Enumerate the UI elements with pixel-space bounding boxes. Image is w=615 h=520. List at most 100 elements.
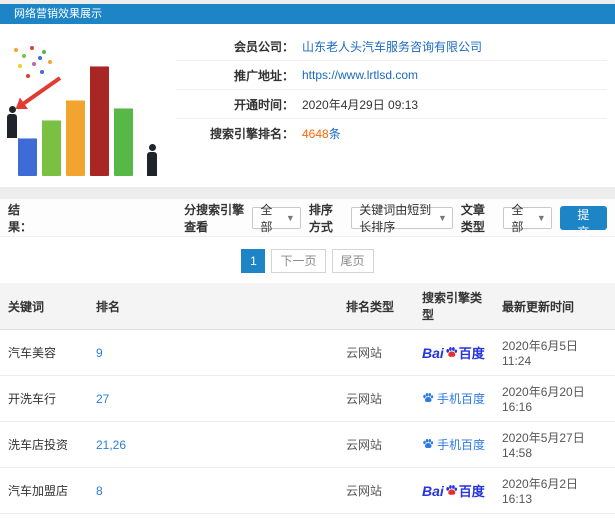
page-next[interactable]: 下一页 <box>271 249 326 273</box>
results-section: 结果： 分搜索引擎查看 全部 ▼ 排序方式 关键词由短到长排序 ▼ 文章类型 全… <box>0 199 615 520</box>
table-header-row: 关键词 排名 排名类型 搜索引擎类型 最新更新时间 <box>0 283 615 330</box>
type-filter-select[interactable]: 全部 ▼ <box>503 203 552 234</box>
baidu-paw-icon <box>423 439 434 449</box>
table-row: 汽车美容 9 云网站 Bai 百度 2020年6月5日 11:24 <box>0 329 615 376</box>
chevron-down-icon: ▼ <box>536 212 546 223</box>
rank-type-cell: 云网站 <box>338 467 414 514</box>
rank-type-cell: 云网站 <box>338 513 414 520</box>
summary-panel: 会员公司： 山东老人头汽车服务咨询有限公司 推广地址： https://www.… <box>0 24 615 187</box>
filter-controls: 分搜索引擎查看 全部 ▼ 排序方式 关键词由短到长排序 ▼ 文章类型 全部 ▼ … <box>184 201 607 239</box>
chevron-down-icon: ▼ <box>285 212 295 223</box>
updated-time-cell: 2020年5月27日 14:58 <box>494 421 615 468</box>
keyword-cell: 开洗车行 <box>0 375 88 422</box>
sort-filter-value: 关键词由短到长排序 <box>359 202 432 234</box>
person-figure <box>6 106 18 138</box>
growth-arrow-icon <box>16 76 62 110</box>
ranking-count-number: 4648 <box>302 127 329 141</box>
results-label: 结果： <box>8 202 33 234</box>
info-label: 会员公司： <box>233 39 294 54</box>
results-table: 关键词 排名 排名类型 搜索引擎类型 最新更新时间 汽车美容 9 云网站 Bai… <box>0 283 615 520</box>
search-engine-cell: Bai 百度 <box>414 467 494 514</box>
rank-cell: 9 <box>88 329 338 376</box>
page: { "header": { "title": "网络营销效果展示" }, "in… <box>0 0 615 520</box>
chart-bar <box>42 120 61 176</box>
ranking-count-value: 4648条 <box>302 125 341 142</box>
info-row: 开通时间： 2020年4月29日 09:13 <box>176 90 607 119</box>
dots-decoration <box>14 48 18 52</box>
chart-bar <box>90 66 109 176</box>
baidu-logo: Bai 百度 <box>422 344 485 362</box>
mobile-baidu-logo: 手机百度 <box>422 436 485 453</box>
rank-cell: 25,28,28 <box>88 513 338 520</box>
rank-cell: 21,26 <box>88 421 338 468</box>
type-filter-value: 全部 <box>511 202 524 234</box>
rank-type-cell: 云网站 <box>338 375 414 422</box>
page-title: 网络营销效果展示 <box>14 8 102 20</box>
member-company-link[interactable]: 山东老人头汽车服务咨询有限公司 <box>302 40 482 54</box>
person-figure <box>146 144 158 176</box>
pagination: 1 下一页 尾页 <box>0 237 615 283</box>
submit-button[interactable]: 提交 <box>559 205 607 239</box>
table-row: 开洗车行 27 云网站 手机百度 2020年6月20日 16:16 <box>0 375 615 422</box>
table-row: 加盟洗车店 25,28,28 云网站 手机百度 2020年6月20日 16:11 <box>0 513 615 520</box>
table-header-rank-type: 排名类型 <box>338 283 414 330</box>
rank-cell: 8 <box>88 467 338 514</box>
updated-time-cell: 2020年6月20日 16:11 <box>494 513 615 520</box>
type-filter-label: 文章类型 <box>460 202 485 234</box>
open-time-value: 2020年4月29日 09:13 <box>302 97 419 112</box>
table-header-rank: 排名 <box>88 283 338 330</box>
baidu-logo: Bai 百度 <box>422 482 485 500</box>
keyword-cell: 汽车加盟店 <box>0 467 88 514</box>
baidu-paw-icon <box>446 347 457 357</box>
rank-type-cell: 云网站 <box>338 421 414 468</box>
page-last[interactable]: 尾页 <box>331 249 374 273</box>
filter-bar: 结果： 分搜索引擎查看 全部 ▼ 排序方式 关键词由短到长排序 ▼ 文章类型 全… <box>0 199 615 239</box>
info-row: 搜索引擎排名： 4648条 <box>176 119 607 148</box>
rank-link[interactable]: 9 <box>96 346 103 360</box>
sort-filter-select[interactable]: 关键词由短到长排序 ▼ <box>351 203 453 234</box>
ranking-count-suffix: 条 <box>328 127 341 141</box>
rank-link[interactable]: 8 <box>96 484 103 498</box>
sort-filter-label: 排序方式 <box>308 202 333 234</box>
keyword-cell: 加盟洗车店 <box>0 513 88 520</box>
updated-time-cell: 2020年6月2日 16:13 <box>494 467 615 514</box>
search-engine-cell: 手机百度 <box>414 513 494 520</box>
table-header-keyword: 关键词 <box>0 283 88 330</box>
info-row: 会员公司： 山东老人头汽车服务咨询有限公司 <box>176 32 607 61</box>
table-row: 汽车加盟店 8 云网站 Bai 百度 2020年6月2日 16:13 <box>0 467 615 514</box>
updated-time-cell: 2020年6月5日 11:24 <box>494 329 615 376</box>
table-header-engine-type: 搜索引擎类型 <box>414 283 494 330</box>
info-label: 推广地址： <box>233 68 294 83</box>
info-row: 推广地址： https://www.lrtlsd.com <box>176 61 607 90</box>
promo-url-link[interactable]: https://www.lrtlsd.com <box>302 68 418 82</box>
info-label: 搜索引擎排名： <box>209 127 294 141</box>
table-header-updated: 最新更新时间 <box>494 283 615 330</box>
info-label: 开通时间： <box>233 97 294 112</box>
member-info-list: 会员公司： 山东老人头汽车服务咨询有限公司 推广地址： https://www.… <box>176 30 607 183</box>
app-header: 网络营销效果展示 <box>0 4 615 24</box>
updated-time-cell: 2020年6月20日 16:16 <box>494 375 615 422</box>
baidu-paw-icon <box>423 393 434 403</box>
rank-link[interactable]: 21,26 <box>96 438 126 452</box>
chart-bar <box>114 108 133 176</box>
search-engine-cell: Bai 百度 <box>414 329 494 376</box>
rank-cell: 27 <box>88 375 338 422</box>
mobile-baidu-logo: 手机百度 <box>422 390 485 407</box>
marketing-chart-illustration <box>4 30 172 180</box>
keyword-cell: 汽车美容 <box>0 329 88 376</box>
search-engine-cell: 手机百度 <box>414 375 494 422</box>
chart-bar <box>66 100 85 176</box>
table-row: 洗车店投资 21,26 云网站 手机百度 2020年5月27日 14:58 <box>0 421 615 468</box>
chart-bar <box>18 138 37 176</box>
rank-link[interactable]: 27 <box>96 392 109 406</box>
engine-filter-select[interactable]: 全部 ▼ <box>252 203 301 234</box>
page-current[interactable]: 1 <box>241 249 266 273</box>
keyword-cell: 洗车店投资 <box>0 421 88 468</box>
table-body: 汽车美容 9 云网站 Bai 百度 2020年6月5日 11:24 开洗车行 27… <box>0 329 615 520</box>
search-engine-cell: 手机百度 <box>414 421 494 468</box>
engine-filter-value: 全部 <box>260 202 273 234</box>
engine-filter-label: 分搜索引擎查看 <box>184 202 245 234</box>
rank-type-cell: 云网站 <box>338 329 414 376</box>
chevron-down-icon: ▼ <box>437 212 447 223</box>
baidu-paw-icon <box>446 485 457 495</box>
